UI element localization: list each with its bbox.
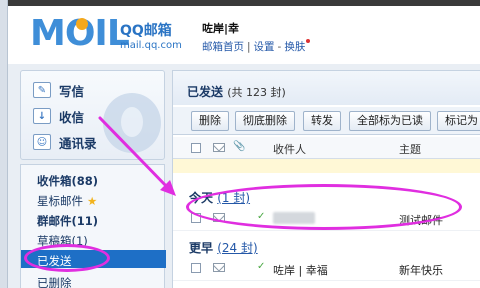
window-left-edge xyxy=(0,0,8,288)
folder-starred[interactable]: 星标邮件 ★ xyxy=(37,193,97,209)
attachment-icon: 📎 xyxy=(233,141,246,152)
table-row[interactable]: ✓ 咗岸 | 幸福 新年快乐 xyxy=(173,255,480,281)
receive-label: 收信 xyxy=(59,109,85,125)
page-title-text: 已发送 xyxy=(187,85,224,99)
row-checkbox[interactable] xyxy=(191,263,201,273)
logo-dot-icon xyxy=(76,18,88,30)
brand-url: mail.qq.com xyxy=(120,40,182,51)
main-panel: 已发送 (共 123 封) 删除 彻底删除 转发 全部标为已读 标记为 📎 收件… xyxy=(172,70,480,288)
contacts-icon: ☺ xyxy=(33,134,51,150)
inbox-icon: ↓ xyxy=(33,108,51,124)
main-header: 已发送 (共 123 封) xyxy=(173,71,480,105)
toolbar: 删除 彻底删除 转发 全部标为已读 标记为 xyxy=(173,107,480,135)
mark-as-button[interactable]: 标记为 xyxy=(437,111,480,131)
group-earlier-count[interactable]: (24 封) xyxy=(217,241,257,255)
account-name: 咗岸|幸 xyxy=(202,22,240,35)
sent-folder-highlight xyxy=(24,244,110,272)
subject-column-header[interactable]: 主题 xyxy=(399,141,421,157)
recipient-column-header[interactable]: 收件人 xyxy=(273,141,306,157)
forward-button[interactable]: 转发 xyxy=(303,111,341,131)
envelope-icon xyxy=(213,143,225,152)
star-icon: ★ xyxy=(87,194,98,208)
today-mail-highlight xyxy=(186,184,462,230)
receive-button[interactable]: ↓ 收信 xyxy=(33,105,84,127)
qq-mascot-icon xyxy=(103,93,161,153)
subject-cell: 新年快乐 xyxy=(399,264,443,277)
brand-name: QQ邮箱 xyxy=(120,23,172,39)
mark-all-read-button[interactable]: 全部标为已读 xyxy=(349,111,431,131)
link-separator: - xyxy=(277,41,282,53)
envelope-icon xyxy=(213,263,225,272)
header-links: 邮箱首页 | 设置 - 换肤 xyxy=(202,39,311,54)
group-earlier-label: 更早 xyxy=(189,241,214,255)
notification-dot-icon xyxy=(306,39,311,43)
folder-inbox[interactable]: 收件箱(88) xyxy=(37,173,98,189)
contacts-label: 通讯录 xyxy=(59,135,97,151)
select-all-checkbox[interactable] xyxy=(191,143,201,153)
compose-label: 写信 xyxy=(59,83,85,99)
sidebar-actions: ✎ 写信 ↓ 收信 ☺ 通讯录 xyxy=(20,70,165,160)
recipient-cell: 咗岸 | 幸福 xyxy=(273,264,328,277)
link-separator: | xyxy=(247,41,251,53)
permanent-delete-button[interactable]: 彻底删除 xyxy=(235,111,295,131)
page-title: 已发送 (共 123 封) xyxy=(187,83,286,100)
skin-link[interactable]: 换肤 xyxy=(284,41,305,53)
folder-group[interactable]: 群邮件(11) xyxy=(37,213,98,229)
folder-starred-label: 星标邮件 xyxy=(37,194,83,208)
contacts-button[interactable]: ☺ 通讯录 xyxy=(33,131,97,153)
home-link[interactable]: 邮箱首页 xyxy=(202,41,244,53)
column-header: 📎 收件人 主题 xyxy=(173,137,480,159)
folder-deleted[interactable]: 已删除 xyxy=(37,275,72,288)
mail-count: (共 123 封) xyxy=(227,86,286,99)
delete-button[interactable]: 删除 xyxy=(191,111,229,131)
pencil-icon: ✎ xyxy=(33,82,51,98)
read-check-icon: ✓ xyxy=(257,261,266,272)
group-earlier: 更早 (24 封) xyxy=(189,239,258,256)
header: MOIL QQ邮箱 mail.qq.com 咗岸|幸 邮箱首页 | 设置 - 换肤 xyxy=(8,6,480,64)
settings-link[interactable]: 设置 xyxy=(254,41,275,53)
compose-button[interactable]: ✎ 写信 xyxy=(33,79,84,101)
notice-band xyxy=(173,159,480,173)
